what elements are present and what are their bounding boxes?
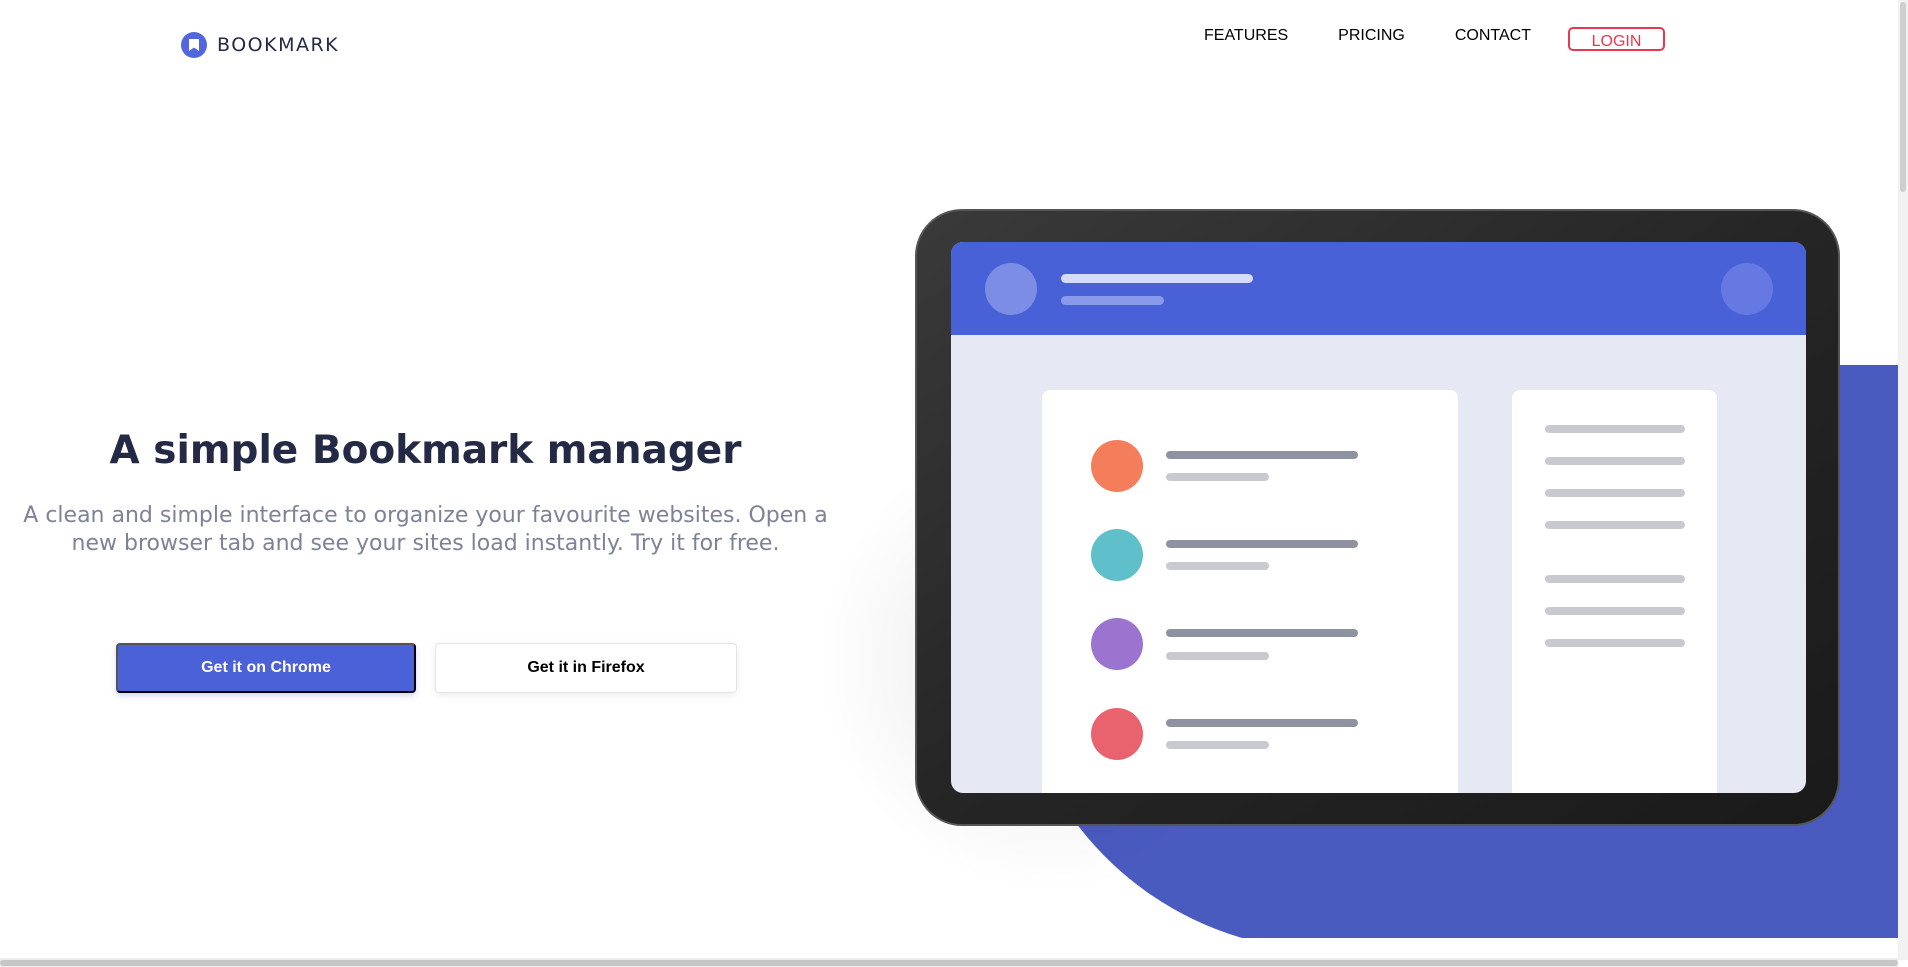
list-item-dot <box>1091 440 1143 492</box>
screen-header <box>951 242 1806 335</box>
hero-illustration <box>820 209 1908 938</box>
list-item-dot <box>1091 618 1143 670</box>
side-card <box>1512 390 1717 793</box>
menu-placeholder <box>1721 263 1773 315</box>
horizontal-scrollbar[interactable] <box>0 958 1898 967</box>
list-item-dot <box>1091 529 1143 581</box>
list-item-dot <box>1091 708 1143 760</box>
vertical-scrollbar[interactable] <box>1898 0 1908 960</box>
avatar-placeholder <box>985 263 1037 315</box>
